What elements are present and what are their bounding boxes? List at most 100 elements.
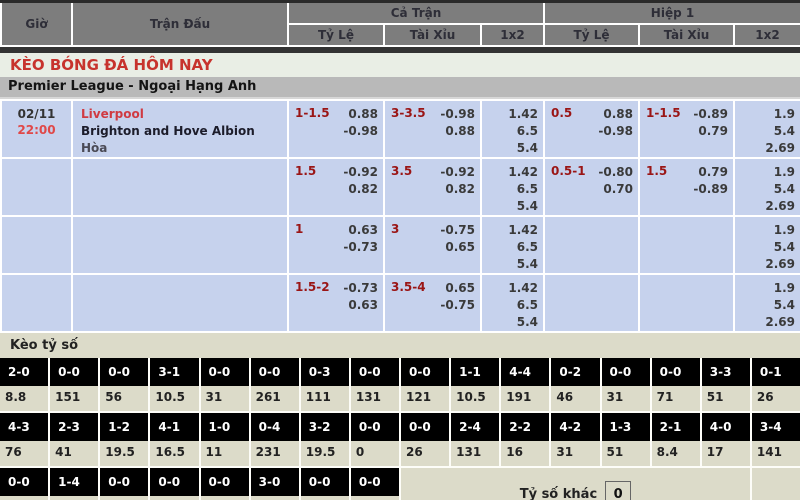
- score-cell[interactable]: 2-216: [501, 413, 549, 466]
- score-cell[interactable]: 0-0211: [100, 468, 148, 500]
- h1-over-under-cell[interactable]: 1.50.79-0.89: [639, 158, 734, 216]
- score-cell[interactable]: 0-0271: [351, 468, 399, 500]
- score-cell[interactable]: 0-031: [201, 358, 249, 411]
- ft-handicap-cell[interactable]: 1.5-0.920.82: [288, 158, 384, 216]
- score-cell[interactable]: 3-219.5: [301, 413, 349, 466]
- odds-row: 1.5-0.920.823.5-0.920.821.426.55.40.5-1-…: [1, 158, 800, 216]
- score-box: 0-0: [201, 358, 249, 386]
- odds-value: 6.5: [487, 239, 538, 256]
- odds-value: 5.4: [487, 140, 538, 157]
- odds-value: 6.5: [487, 181, 538, 198]
- odds-value: 2.69: [740, 198, 795, 215]
- score-odds: 31: [551, 441, 599, 466]
- score-cell[interactable]: 4-017: [702, 413, 750, 466]
- ft-1x2-cell[interactable]: 1.426.55.4: [481, 158, 544, 216]
- page-title-bar: KÈO BÓNG ĐÁ HÔM NAY: [0, 53, 800, 77]
- ft-over-under-cell[interactable]: 3.5-40.65-0.75: [384, 274, 481, 332]
- score-cell[interactable]: 4-376: [0, 413, 48, 466]
- score-cell[interactable]: 0-0121: [401, 358, 449, 411]
- ft-handicap-cell[interactable]: 1-1.50.88-0.98: [288, 100, 384, 158]
- score-cell[interactable]: 0-0271: [0, 468, 48, 500]
- score-cell[interactable]: 0-0221: [150, 468, 198, 500]
- score-cell[interactable]: 0-0151: [201, 468, 249, 500]
- score-odds: 10.5: [451, 386, 499, 411]
- score-box: 1-3: [602, 413, 650, 441]
- score-cell[interactable]: 3-110.5: [150, 358, 198, 411]
- score-cell[interactable]: 2-08.8: [0, 358, 48, 411]
- score-cell[interactable]: 0-246: [551, 358, 599, 411]
- score-box: 3-3: [702, 358, 750, 386]
- handicap-line: 3.5-4: [391, 280, 426, 294]
- score-cell[interactable]: 0-4231: [251, 413, 299, 466]
- ft-over-under-cell[interactable]: 3-3.5-0.980.88: [384, 100, 481, 158]
- score-odds: 151: [201, 496, 249, 500]
- score-odds: 10.5: [150, 386, 198, 411]
- ft-over-under-cell[interactable]: 3-0.750.65: [384, 216, 481, 274]
- ft-over-under-cell[interactable]: 3.5-0.920.82: [384, 158, 481, 216]
- h1-1x2-cell[interactable]: 1.95.42.69: [734, 158, 800, 216]
- ft-handicap-cell[interactable]: 10.63-0.73: [288, 216, 384, 274]
- score-cell[interactable]: 2-341: [50, 413, 98, 466]
- score-odds: 51: [602, 441, 650, 466]
- score-odds: 31: [602, 386, 650, 411]
- col-header-ft-over-under: Tài Xỉu: [384, 24, 481, 46]
- score-box: 0-0: [100, 358, 148, 386]
- ft-1x2-cell[interactable]: 1.426.55.4: [481, 216, 544, 274]
- score-cell[interactable]: 0-0261: [251, 358, 299, 411]
- score-cell[interactable]: 4-116.5: [150, 413, 198, 466]
- score-odds: 26: [401, 441, 449, 466]
- score-box: 0-0: [351, 468, 399, 496]
- h1-handicap-cell[interactable]: 0.50.88-0.98: [544, 100, 639, 158]
- score-cell[interactable]: 3-351: [702, 358, 750, 411]
- h1-1x2-cell[interactable]: 1.95.42.69: [734, 100, 800, 158]
- other-score-value[interactable]: 0: [605, 481, 631, 500]
- score-cell[interactable]: 1-219.5: [100, 413, 148, 466]
- score-box: 4-2: [551, 413, 599, 441]
- score-odds: 271: [0, 496, 48, 500]
- score-cell[interactable]: 1-110.5: [451, 358, 499, 411]
- score-box: 1-2: [100, 413, 148, 441]
- score-cell[interactable]: 1-351: [602, 413, 650, 466]
- score-box: 1-4: [50, 468, 98, 496]
- score-cell[interactable]: 2-18.4: [652, 413, 700, 466]
- score-cell[interactable]: 0-071: [652, 358, 700, 411]
- score-cell[interactable]: 0-0131: [351, 358, 399, 411]
- ft-1x2-cell[interactable]: 1.426.55.4: [481, 274, 544, 332]
- odds-value: -0.73: [294, 239, 378, 256]
- score-cell[interactable]: 0-026: [401, 413, 449, 466]
- h1-1x2-cell[interactable]: 1.95.42.69: [734, 216, 800, 274]
- h1-handicap-cell: [544, 274, 639, 332]
- score-cell[interactable]: 3-010.5: [251, 468, 299, 500]
- score-cell[interactable]: 0-031: [602, 358, 650, 411]
- league-title: Premier League - Ngoại Hạng Anh: [8, 79, 256, 94]
- score-cell[interactable]: 2-4131: [451, 413, 499, 466]
- col-header-ft-1x2: 1x2: [481, 24, 544, 46]
- score-cell[interactable]: 1-4141: [50, 468, 98, 500]
- ft-1x2-cell[interactable]: 1.426.55.4: [481, 100, 544, 158]
- h1-over-under-cell[interactable]: 1-1.5-0.890.79: [639, 100, 734, 158]
- handicap-line: 1-1.5: [646, 106, 681, 120]
- score-odds: 221: [150, 496, 198, 500]
- col-header-h1-over-under: Tài Xỉu: [639, 24, 734, 46]
- score-cell[interactable]: 4-4191: [501, 358, 549, 411]
- odds-value: 0.65: [390, 239, 475, 256]
- score-cell[interactable]: 0-071: [301, 468, 349, 500]
- score-box: 4-0: [702, 413, 750, 441]
- correct-score-title: Kèo tỷ số: [0, 333, 800, 358]
- score-box: 0-0: [351, 358, 399, 386]
- odds-value: 1.42: [487, 222, 538, 239]
- score-cell[interactable]: 0-3111: [301, 358, 349, 411]
- score-cell[interactable]: 0-056: [100, 358, 148, 411]
- score-cell[interactable]: 0-0151: [50, 358, 98, 411]
- score-cell[interactable]: 4-231: [551, 413, 599, 466]
- score-cell[interactable]: 1-011: [201, 413, 249, 466]
- match-teams-cell: LiverpoolBrighton and Hove AlbionHòa: [72, 100, 288, 158]
- score-odds: 46: [551, 386, 599, 411]
- score-cell[interactable]: 0-00: [351, 413, 399, 466]
- score-box: 3-0: [251, 468, 299, 496]
- ft-handicap-cell[interactable]: 1.5-2-0.730.63: [288, 274, 384, 332]
- h1-1x2-cell[interactable]: 1.95.42.69: [734, 274, 800, 332]
- score-cell[interactable]: 0-126: [752, 358, 800, 411]
- h1-handicap-cell[interactable]: 0.5-1-0.800.70: [544, 158, 639, 216]
- score-cell[interactable]: 3-4141: [752, 413, 800, 466]
